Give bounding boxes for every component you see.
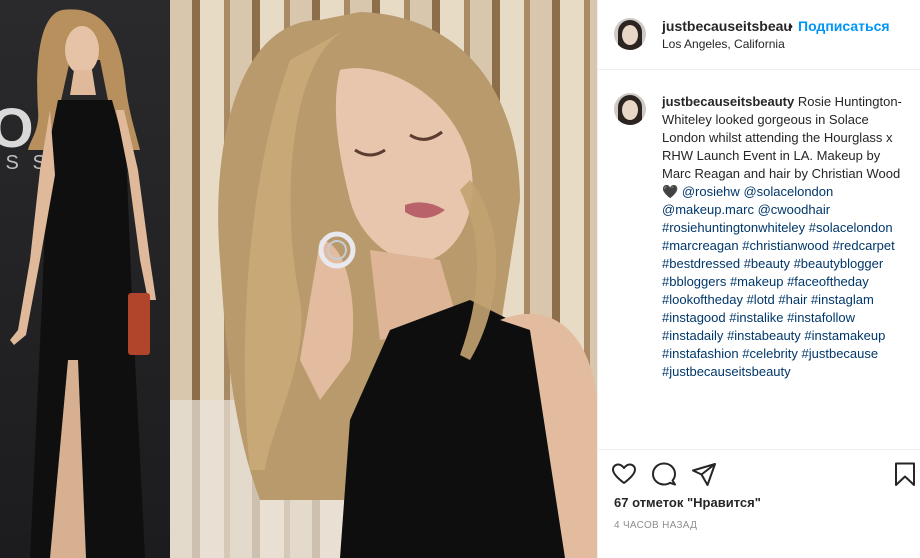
hashtag-link[interactable]: #lotd [747,292,775,307]
hashtag-link[interactable]: #instadaily [662,328,723,343]
heart-outline-icon[interactable] [610,460,638,488]
hashtag-link[interactable]: #christianwood [742,238,829,253]
mention-link[interactable]: @rosiehw [682,184,740,199]
post-location[interactable]: Los Angeles, California [662,37,785,51]
hashtag-link[interactable]: #hair [778,292,807,307]
mention-link[interactable]: @makeup.marc [662,202,754,217]
caption-username[interactable]: justbecauseitsbeauty [662,94,794,109]
comment-icon[interactable] [650,460,678,488]
post-media[interactable]: OGG IS SH [0,0,597,558]
hashtag-link[interactable]: #makeup [730,274,783,289]
author-avatar[interactable] [614,18,646,50]
hashtag-link[interactable]: #instafashion [662,346,739,361]
hashtag-link[interactable]: #bbloggers [662,274,726,289]
likes-count[interactable]: 67 отметок "Нравится" [614,495,761,510]
hashtag-link[interactable]: #bestdressed [662,256,740,271]
mention-link[interactable]: @solacelondon [743,184,833,199]
hashtag-link[interactable]: #beautyblogger [794,256,884,271]
hashtag-link[interactable]: #celebrity [742,346,798,361]
post-caption: justbecauseitsbeauty Rosie Huntington-Wh… [662,93,906,381]
full-length-figure-illustration [10,9,156,558]
hashtag-link[interactable]: #instagood [662,310,726,325]
hashtag-link[interactable]: #instalike [729,310,783,325]
portrait-illustration [170,12,597,558]
paper-plane-icon[interactable] [690,460,718,488]
hashtag-link[interactable]: #redcarpet [833,238,895,253]
bookmark-icon[interactable] [891,460,919,488]
post-photo-right [170,0,597,558]
hashtag-link[interactable]: #marcreagan [662,238,739,253]
separator-dot: • [788,18,793,34]
follow-button[interactable]: Подписаться [798,18,890,34]
caption-hashtags: #rosiehuntingtonwhiteley #solacelondon #… [662,220,895,379]
hashtag-link[interactable]: #instafollow [787,310,855,325]
post-sidebar: justbecauseitsbeau • Подписаться Los Ang… [597,0,920,558]
hashtag-link[interactable]: #instamakeup [804,328,885,343]
hashtag-link[interactable]: #lookoftheday [662,292,743,307]
hashtag-link[interactable]: #solacelondon [809,220,893,235]
mention-link[interactable]: @cwoodhair [758,202,830,217]
hashtag-link[interactable]: #instabeauty [727,328,801,343]
caption-area: justbecauseitsbeauty Rosie Huntington-Wh… [598,71,920,449]
post-header: justbecauseitsbeau • Подписаться Los Ang… [598,0,920,70]
caption-mentions: @rosiehw @solacelondon @makeup.marc @cwo… [662,184,833,217]
post-photo-left: OGG IS SH [0,0,170,558]
hashtag-link[interactable]: #faceoftheday [787,274,869,289]
caption-author-avatar[interactable] [614,93,646,125]
hashtag-link[interactable]: #justbecauseitsbeauty [662,364,791,379]
hashtag-link[interactable]: #rosiehuntingtonwhiteley [662,220,805,235]
post-timestamp[interactable]: 4 часов назад [614,520,697,531]
hashtag-link[interactable]: #instaglam [811,292,874,307]
post-actions: 67 отметок "Нравится" 4 часов назад [598,449,920,558]
hashtag-link[interactable]: #beauty [744,256,790,271]
author-username[interactable]: justbecauseitsbeau [662,18,792,34]
hashtag-link[interactable]: #justbecause [802,346,879,361]
